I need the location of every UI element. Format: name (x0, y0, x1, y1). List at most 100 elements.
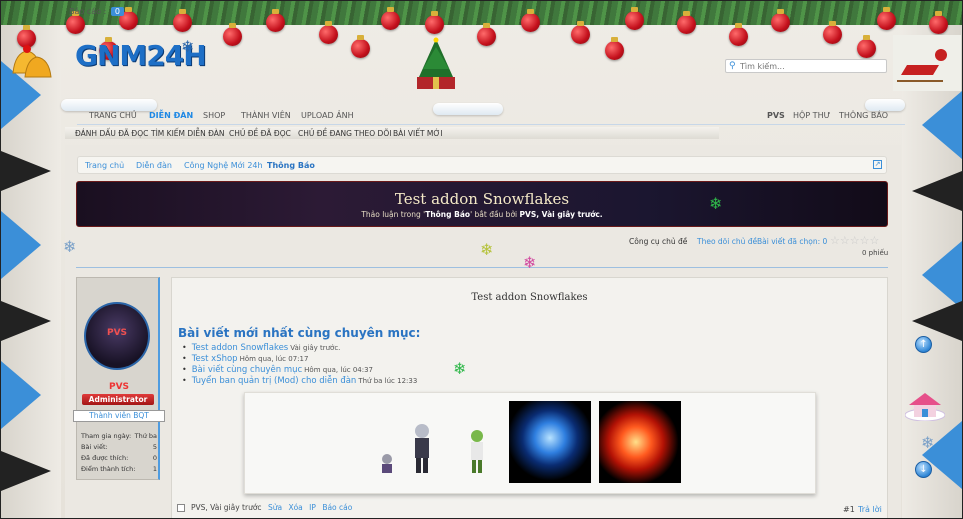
latest-posts-heading: Bài viết mới nhất cùng chuyên mục: (178, 326, 421, 340)
stat-row: Bài viết: 5 (81, 443, 157, 454)
divider (76, 267, 888, 268)
report-link[interactable]: Báo cáo (322, 503, 352, 512)
santa-sleigh-icon (893, 35, 961, 91)
ornament-icon (521, 9, 540, 32)
desc-prefix: Thảo luận trong ' (361, 210, 426, 219)
subnav-mark-read[interactable]: Đánh dấu đã đọc (75, 129, 148, 138)
external-link-icon[interactable]: ↗ (873, 160, 882, 169)
nav-item-inbox[interactable]: Hộp thư (793, 111, 830, 120)
character-sprite-image[interactable] (409, 423, 435, 475)
snowflake-icon: ❄ (709, 194, 723, 213)
delete-link[interactable]: Xóa (288, 503, 302, 512)
watch-thread-link[interactable]: Theo dõi chủ đề (697, 237, 757, 246)
snowflake-icon: ❄ (921, 433, 935, 452)
nav-item-alerts[interactable]: Thông báo (839, 111, 888, 120)
ornament-icon (823, 21, 842, 44)
subnav-new-posts[interactable]: Bài viết mới (393, 129, 442, 138)
ornament-icon (571, 21, 590, 44)
post-number[interactable]: #1 (843, 505, 855, 514)
scroll-up-button[interactable]: ↑ (915, 336, 932, 353)
ornament-icon (173, 9, 192, 32)
ornament-icon (319, 21, 338, 44)
desc-author-link[interactable]: PVS (520, 210, 537, 219)
ornament-icon (857, 35, 876, 58)
snowflake-icon: ❄ (63, 237, 77, 256)
subnav-read-threads[interactable]: Chủ đề đã đọc (229, 129, 291, 138)
vote-count: 0 phiếu (862, 249, 889, 257)
character-sprite-image[interactable] (379, 453, 395, 475)
desc-middle: ' bắt đầu bởi (470, 210, 520, 219)
report-count-badge: 0 (110, 7, 124, 16)
scroll-down-button[interactable]: ↓ (915, 461, 932, 478)
breadcrumb-forum[interactable]: Thông Báo (267, 161, 315, 170)
user-stats: Tham gia ngày: Thứ ba Bài viết: 5 Đã được … (81, 432, 157, 476)
blue-energy-image[interactable] (509, 401, 591, 483)
username[interactable]: PVS (77, 382, 161, 392)
rating-stars[interactable]: ☆☆☆☆☆ (830, 234, 879, 247)
post-body: Test addon Snowflakes Bài viết mới nhất … (171, 277, 888, 518)
image-gallery (244, 392, 816, 494)
nav-item-upload[interactable]: Upload ảnh (301, 111, 354, 120)
bells-icon (12, 45, 52, 78)
christmas-tree-icon (417, 37, 455, 89)
thread-banner: Test addon Snowflakes Thảo luận trong 'T… (76, 181, 888, 227)
nav-item-account[interactable]: PVS (767, 111, 785, 120)
breadcrumb-category[interactable]: Công Nghệ Mới 24h (184, 161, 263, 170)
latest-posts-list: Test addon SnowflakesVài giây trước. Tes… (182, 343, 418, 387)
search-input[interactable] (740, 61, 880, 71)
latest-post-link[interactable]: Test addon Snowflakes (192, 343, 289, 353)
dark-triangle-shape (912, 301, 962, 341)
subnav-watched-threads[interactable]: Chủ đề đang theo dõi (298, 129, 391, 138)
nav-item-members[interactable]: Thành viên (241, 111, 291, 120)
search-box[interactable]: ⚲ (725, 59, 887, 73)
report-counter[interactable]: Báo cáo : 0 (69, 7, 124, 16)
latest-post-meta: Hôm qua, lúc 04:37 (304, 366, 374, 374)
ip-link[interactable]: IP (309, 503, 316, 512)
thread-tools-button[interactable]: Công cụ chủ đề (629, 237, 687, 246)
stat-label: Điểm thành tích: (81, 465, 136, 473)
edit-link[interactable]: Sửa (268, 503, 282, 512)
stat-row: Điểm thành tích: 1 (81, 465, 157, 476)
nav-item-shop[interactable]: Shop (203, 111, 225, 120)
selected-posts-link[interactable]: Bài viết đã chọn: 0 (757, 237, 827, 246)
stat-value: 0 (152, 454, 157, 462)
post-footer: PVS, Vài giây trước Sửa Xóa IP Báo cáo (177, 503, 352, 512)
latest-post-meta: Vài giây trước. (290, 344, 341, 352)
select-post-checkbox[interactable] (177, 504, 185, 512)
stat-label: Bài viết: (81, 443, 108, 451)
latest-post-link[interactable]: Bài viết cùng chuyên mục (192, 365, 302, 375)
latest-post-link[interactable]: Tuyển ban quản trị (Mod) cho diễn đàn (192, 376, 357, 386)
ornament-icon (771, 9, 790, 32)
blue-triangle-shape (922, 241, 962, 309)
desc-forum-link[interactable]: Thông Báo (425, 210, 470, 219)
ornament-icon (729, 23, 748, 46)
stat-row: Đã được thích: 0 (81, 454, 157, 465)
ornament-icon (223, 23, 242, 46)
ornament-icon (477, 23, 496, 46)
nav-item-home[interactable]: Trang chủ (89, 111, 137, 120)
stat-value: 1 (152, 465, 157, 473)
reply-link[interactable]: Trả lời (858, 505, 882, 514)
avatar[interactable]: PVS (84, 302, 150, 370)
character-sprite-image[interactable] (467, 429, 487, 475)
latest-post-link[interactable]: Test xShop (192, 354, 238, 364)
subnav-search-forums[interactable]: Tìm kiếm diễn đàn (151, 129, 225, 138)
christmas-garland (1, 1, 962, 25)
dark-triangle-shape (1, 151, 51, 191)
sub-nav: Đánh dấu đã đọc Tìm kiếm diễn đàn Chủ đề… (65, 127, 719, 139)
post-author-time: PVS, Vài giây trước (191, 503, 262, 512)
breadcrumb-home[interactable]: Trang chủ (85, 161, 124, 170)
fire-bird-image[interactable] (599, 401, 681, 483)
breadcrumb-forums[interactable]: Diễn đàn (136, 161, 172, 170)
ornament-icon (929, 11, 948, 34)
ornament-icon (66, 11, 85, 34)
snowflake-icon: ❄ (453, 359, 467, 378)
snowflake-icon: ❄ (181, 37, 195, 56)
list-item: Bài viết cùng chuyên mụcHôm qua, lúc 04:… (182, 365, 417, 376)
breadcrumb: Trang chủ Diễn đàn Công Nghệ Mới 24h Thô… (77, 156, 887, 174)
home-icon[interactable] (905, 391, 945, 421)
ornament-icon (266, 9, 285, 32)
snowflake-icon: ❄ (480, 240, 494, 259)
nav-item-forums[interactable]: Diễn đàn (149, 111, 193, 120)
list-item: Test xShopHôm qua, lúc 07:17 (182, 354, 417, 365)
